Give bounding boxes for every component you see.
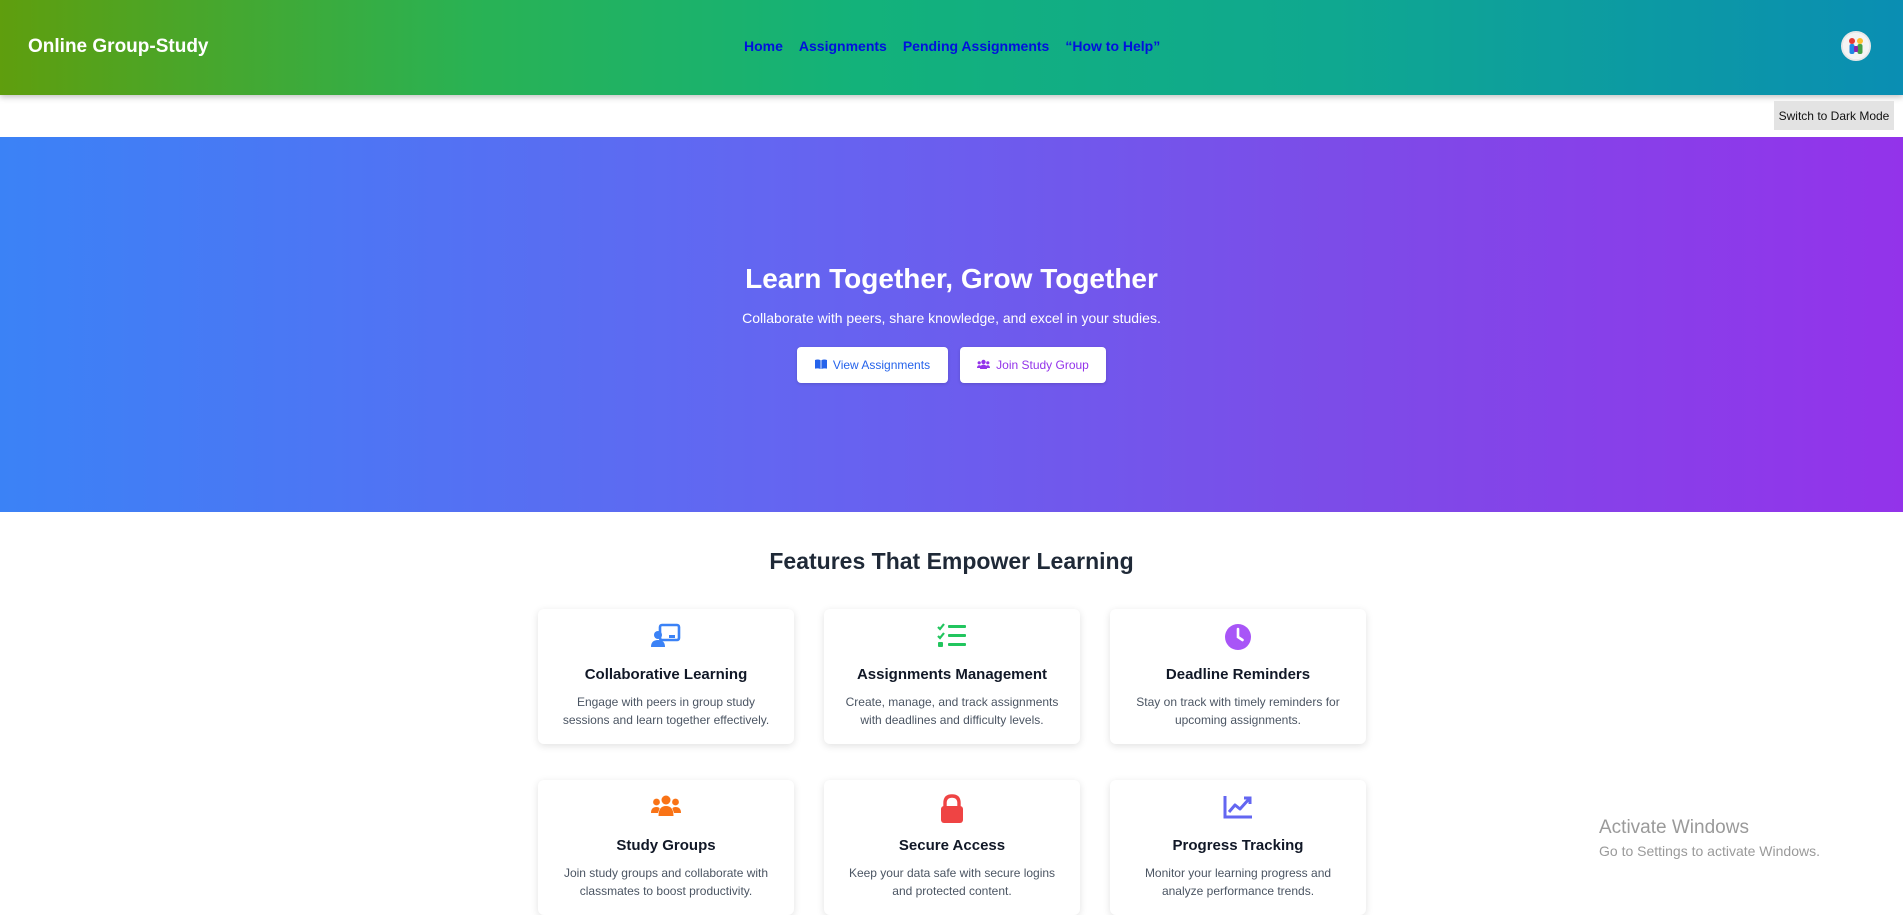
user-avatar-icon[interactable] <box>1841 31 1871 61</box>
hero-subtitle: Collaborate with peers, share knowledge,… <box>742 310 1161 326</box>
nav-how-to-help[interactable]: “How to Help” <box>1065 38 1160 54</box>
users-icon <box>977 358 991 372</box>
clock-icon <box>1110 623 1366 653</box>
feature-description: Engage with peers in group study session… <box>562 695 770 727</box>
nav-pending-assignments[interactable]: Pending Assignments <box>903 38 1050 54</box>
windows-activation-watermark: Activate Windows Go to Settings to activ… <box>1599 817 1820 859</box>
feature-description: Stay on track with timely reminders for … <box>1136 695 1340 727</box>
feature-title: Progress Tracking <box>1172 837 1304 854</box>
features-title: Features That Empower Learning <box>769 548 1134 574</box>
hero-banner: Learn Together, Grow Together Collaborat… <box>0 137 1903 512</box>
chalkboard-teacher-icon <box>538 623 794 653</box>
chart-line-icon <box>1110 794 1366 824</box>
top-navbar: Online Group-Study Home Assignments Pend… <box>0 0 1903 95</box>
feature-card-study-groups: Study Groups Join study groups and colla… <box>538 780 794 915</box>
feature-card-assignments-management: Assignments Management Create, manage, a… <box>824 609 1080 744</box>
feature-description: Monitor your learning progress and analy… <box>1144 866 1332 898</box>
list-check-icon <box>824 623 1080 653</box>
view-assignments-button[interactable]: View Assignments <box>797 347 948 383</box>
join-study-group-label: Join Study Group <box>996 358 1089 372</box>
view-assignments-label: View Assignments <box>832 358 931 372</box>
main-nav: Home Assignments Pending Assignments “Ho… <box>744 38 1160 54</box>
feature-description: Join study groups and collaborate with c… <box>563 866 769 898</box>
feature-card-secure-access: Secure Access Keep your data safe with s… <box>824 780 1080 915</box>
watermark-title: Activate Windows <box>1599 817 1749 838</box>
hero-buttons: View Assignments Join Study Group <box>0 347 1903 383</box>
book-open-icon <box>814 358 827 372</box>
feature-description: Keep your data safe with secure logins a… <box>848 866 1056 898</box>
feature-card-progress-tracking: Progress Tracking Monitor your learning … <box>1110 780 1366 915</box>
watermark-subtitle: Go to Settings to activate Windows. <box>1599 843 1820 859</box>
nav-home[interactable]: Home <box>744 38 783 54</box>
brand-title[interactable]: Online Group-Study <box>28 36 209 58</box>
lock-icon <box>824 794 1080 824</box>
nav-assignments[interactable]: Assignments <box>799 38 887 54</box>
feature-title: Deadline Reminders <box>1165 666 1311 683</box>
feature-title: Study Groups <box>616 837 716 854</box>
feature-card-deadline-reminders: Deadline Reminders Stay on track with ti… <box>1110 609 1366 744</box>
dark-mode-toggle-button[interactable]: Switch to Dark Mode <box>1774 101 1894 130</box>
join-study-group-button[interactable]: Join Study Group <box>960 347 1106 383</box>
feature-title: Secure Access <box>898 837 1006 854</box>
feature-title: Collaborative Learning <box>584 666 748 683</box>
hero-title: Learn Together, Grow Together <box>745 263 1158 294</box>
feature-description: Create, manage, and track assignments wi… <box>845 695 1059 727</box>
users-icon <box>538 794 794 824</box>
feature-card-collaborative-learning: Collaborative Learning Engage with peers… <box>538 609 794 744</box>
feature-title: Assignments Management <box>856 666 1048 683</box>
